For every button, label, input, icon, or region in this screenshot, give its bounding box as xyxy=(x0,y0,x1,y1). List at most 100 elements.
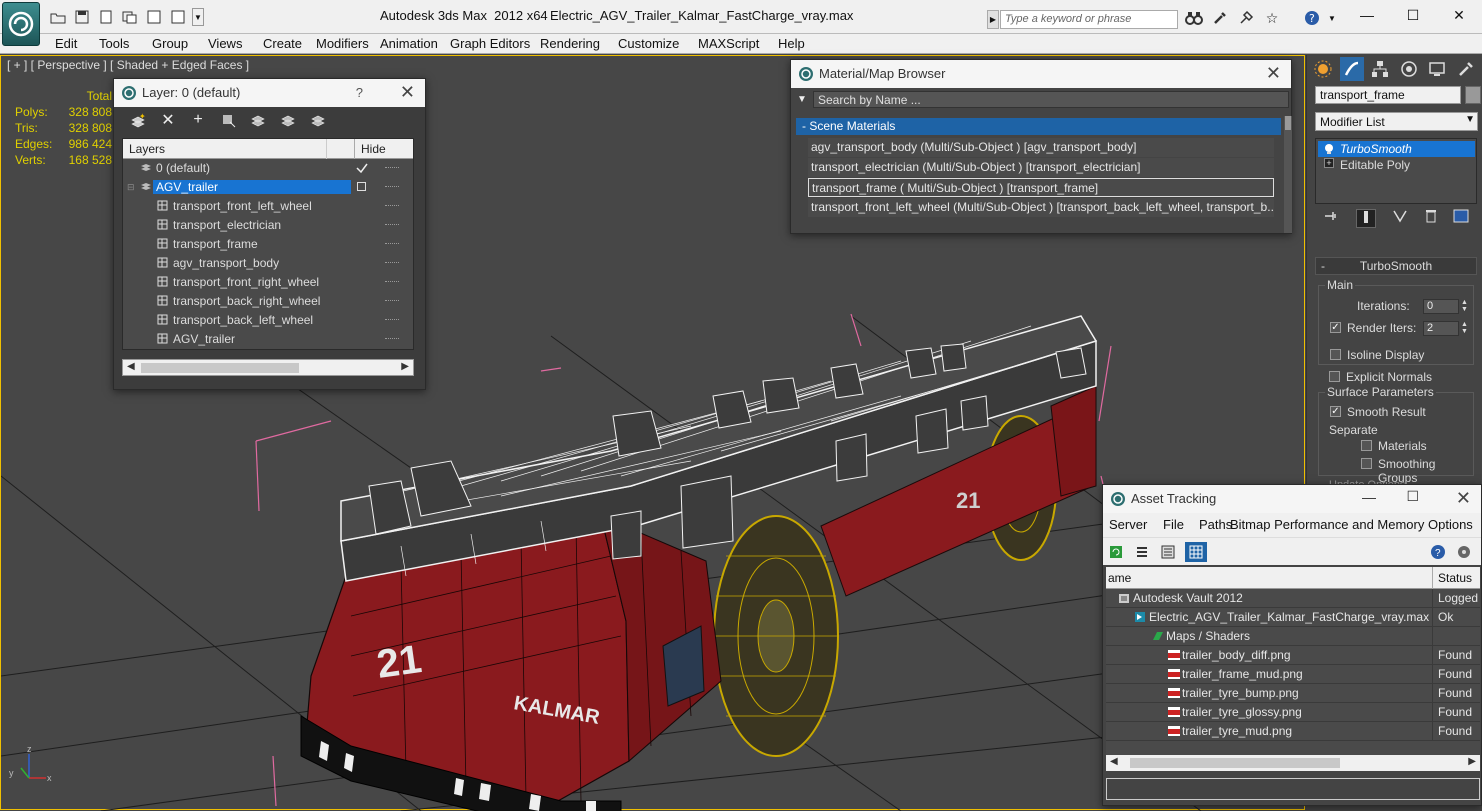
object-color-swatch[interactable] xyxy=(1465,86,1481,104)
layer-row[interactable]: transport_electrician xyxy=(123,216,413,235)
asset-row[interactable]: trailer_tyre_glossy.png Found xyxy=(1106,703,1480,722)
spinner-arrows-icon[interactable]: ▲ ▼ xyxy=(1461,299,1469,314)
menu-rendering[interactable]: Rendering xyxy=(540,36,600,51)
material-item-selected[interactable]: transport_frame ( Multi/Sub-Object ) [tr… xyxy=(808,178,1274,197)
materials-checkbox[interactable] xyxy=(1361,440,1372,451)
scene-materials-group[interactable]: - Scene Materials xyxy=(796,118,1281,135)
material-browser-titlebar[interactable]: Material/Map Browser ✕ xyxy=(791,60,1291,88)
pin-stack-icon[interactable] xyxy=(1323,209,1339,228)
add-to-layer-icon[interactable]: + xyxy=(189,111,207,129)
hide-toggle[interactable] xyxy=(385,262,399,264)
help-button[interactable]: ? xyxy=(356,85,363,100)
layer-row[interactable]: transport_frame xyxy=(123,235,413,254)
hide-all-icon[interactable] xyxy=(279,111,297,129)
search-expand-icon[interactable]: ▶ xyxy=(987,10,999,29)
set-current-box[interactable] xyxy=(357,182,366,191)
hide-toggle[interactable] xyxy=(385,186,399,188)
menu-maxscript[interactable]: MAXScript xyxy=(698,36,759,51)
delete-layer-icon[interactable]: ✕ xyxy=(159,111,177,129)
utilities-tab-icon[interactable] xyxy=(1454,57,1479,81)
close-button[interactable]: ✕ xyxy=(400,82,415,103)
display-tab-icon[interactable] xyxy=(1425,57,1450,81)
maximize-button[interactable]: ☐ xyxy=(1390,0,1436,30)
menu-create[interactable]: Create xyxy=(263,36,302,51)
menu-animation[interactable]: Animation xyxy=(380,36,438,51)
hide-toggle[interactable] xyxy=(385,338,399,340)
hide-toggle[interactable] xyxy=(385,300,399,302)
hide-toggle[interactable] xyxy=(385,281,399,283)
menu-tools[interactable]: Tools xyxy=(99,36,129,51)
scroll-thumb[interactable] xyxy=(1285,116,1291,130)
search-input[interactable]: Type a keyword or phrase xyxy=(1000,10,1178,29)
hide-toggle[interactable] xyxy=(385,224,399,226)
asset-row[interactable]: trailer_tyre_mud.png Found xyxy=(1106,722,1480,741)
iterations-spinner[interactable]: 0 xyxy=(1423,299,1459,314)
layer-row[interactable]: agv_transport_body xyxy=(123,254,413,273)
scroll-right-icon[interactable]: ▶ xyxy=(1468,756,1476,767)
layer-row[interactable]: AGV_trailer xyxy=(123,330,413,349)
menu-graph-editors[interactable]: Graph Editors xyxy=(450,36,530,51)
menu-bitmap-performance[interactable]: Bitmap Performance and Memory xyxy=(1230,517,1424,532)
close-button[interactable]: ✕ xyxy=(1436,0,1482,30)
material-search-input[interactable]: Search by Name ... xyxy=(813,91,1289,108)
create-layer-icon[interactable]: ✦ xyxy=(129,111,147,129)
hold-icon[interactable] xyxy=(144,8,164,26)
current-layer-check-icon[interactable] xyxy=(356,162,368,174)
material-item[interactable]: transport_front_left_wheel (Multi/Sub-Ob… xyxy=(808,198,1274,217)
viewport-label[interactable]: [ + ] [ Perspective ] [ Shaded + Edged F… xyxy=(7,58,249,72)
new-file-icon[interactable] xyxy=(96,8,116,26)
configure-sets-icon[interactable] xyxy=(1453,209,1469,228)
layer-horizontal-scrollbar[interactable]: ◀ ▶ xyxy=(122,359,414,376)
vault-help-icon[interactable]: ? xyxy=(1429,543,1447,561)
lightbulb-icon[interactable] xyxy=(1323,143,1335,155)
asset-tracking-titlebar[interactable]: Asset Tracking — ☐ ✕ xyxy=(1103,485,1481,513)
asset-row[interactable]: Maps / Shaders xyxy=(1106,627,1480,646)
scroll-thumb[interactable] xyxy=(1130,758,1340,768)
menu-options[interactable]: Options xyxy=(1428,517,1473,532)
asset-row[interactable]: Electric_AGV_Trailer_Kalmar_FastCharge_v… xyxy=(1106,608,1480,627)
hide-toggle[interactable] xyxy=(385,167,399,169)
help-icon[interactable]: ? xyxy=(1302,8,1322,28)
material-scrollbar[interactable] xyxy=(1284,116,1292,233)
vault-settings-icon[interactable] xyxy=(1455,543,1473,561)
minimize-button[interactable]: — xyxy=(1362,489,1376,505)
col-layers[interactable]: Layers xyxy=(129,142,165,156)
make-unique-icon[interactable] xyxy=(1392,209,1408,228)
minimize-button[interactable]: — xyxy=(1344,0,1390,30)
project-folder-icon[interactable] xyxy=(120,8,140,26)
asset-row[interactable]: trailer_frame_mud.png Found xyxy=(1106,665,1480,684)
fetch-icon[interactable] xyxy=(168,8,188,26)
spinner-arrows-icon[interactable]: ▲ ▼ xyxy=(1461,321,1469,336)
expand-icon[interactable]: + xyxy=(1324,158,1334,168)
favorites-star-icon[interactable]: ☆ xyxy=(1262,8,1282,28)
menu-file[interactable]: File xyxy=(1163,517,1184,532)
menu-edit[interactable]: Edit xyxy=(55,36,77,51)
show-end-result-icon[interactable] xyxy=(1355,209,1376,228)
collapse-icon[interactable]: ⊟ xyxy=(127,182,135,193)
modifier-list-dropdown[interactable]: Modifier List ▼ xyxy=(1315,112,1478,131)
open-file-icon[interactable] xyxy=(48,8,68,26)
scroll-thumb[interactable] xyxy=(141,363,299,373)
scroll-right-icon[interactable]: ▶ xyxy=(401,361,409,372)
scroll-left-icon[interactable]: ◀ xyxy=(1110,756,1118,767)
col-status[interactable]: Status xyxy=(1432,567,1480,589)
object-name-field[interactable]: transport_frame xyxy=(1315,86,1461,104)
motion-tab-icon[interactable] xyxy=(1397,57,1422,81)
layer-row[interactable]: 0 (default) xyxy=(123,159,413,178)
create-tab-sun-icon[interactable] xyxy=(1311,57,1336,81)
hide-toggle[interactable] xyxy=(385,243,399,245)
list-view-icon[interactable] xyxy=(1133,543,1151,561)
asset-row[interactable]: trailer_tyre_bump.png Found xyxy=(1106,684,1480,703)
freeze-all-icon[interactable] xyxy=(309,111,327,129)
menu-group[interactable]: Group xyxy=(152,36,188,51)
hide-toggle[interactable] xyxy=(385,205,399,207)
material-item[interactable]: transport_electrician (Multi/Sub-Object … xyxy=(808,158,1274,177)
layer-row[interactable]: transport_back_right_wheel xyxy=(123,292,413,311)
hide-toggle[interactable] xyxy=(385,319,399,321)
tools-icon[interactable] xyxy=(1210,8,1230,28)
subscription-icon[interactable] xyxy=(1236,8,1256,28)
save-file-icon[interactable] xyxy=(72,8,92,26)
smoothing-groups-checkbox[interactable] xyxy=(1361,458,1372,469)
menu-modifiers[interactable]: Modifiers xyxy=(316,36,369,51)
close-button[interactable]: ✕ xyxy=(1266,63,1281,84)
